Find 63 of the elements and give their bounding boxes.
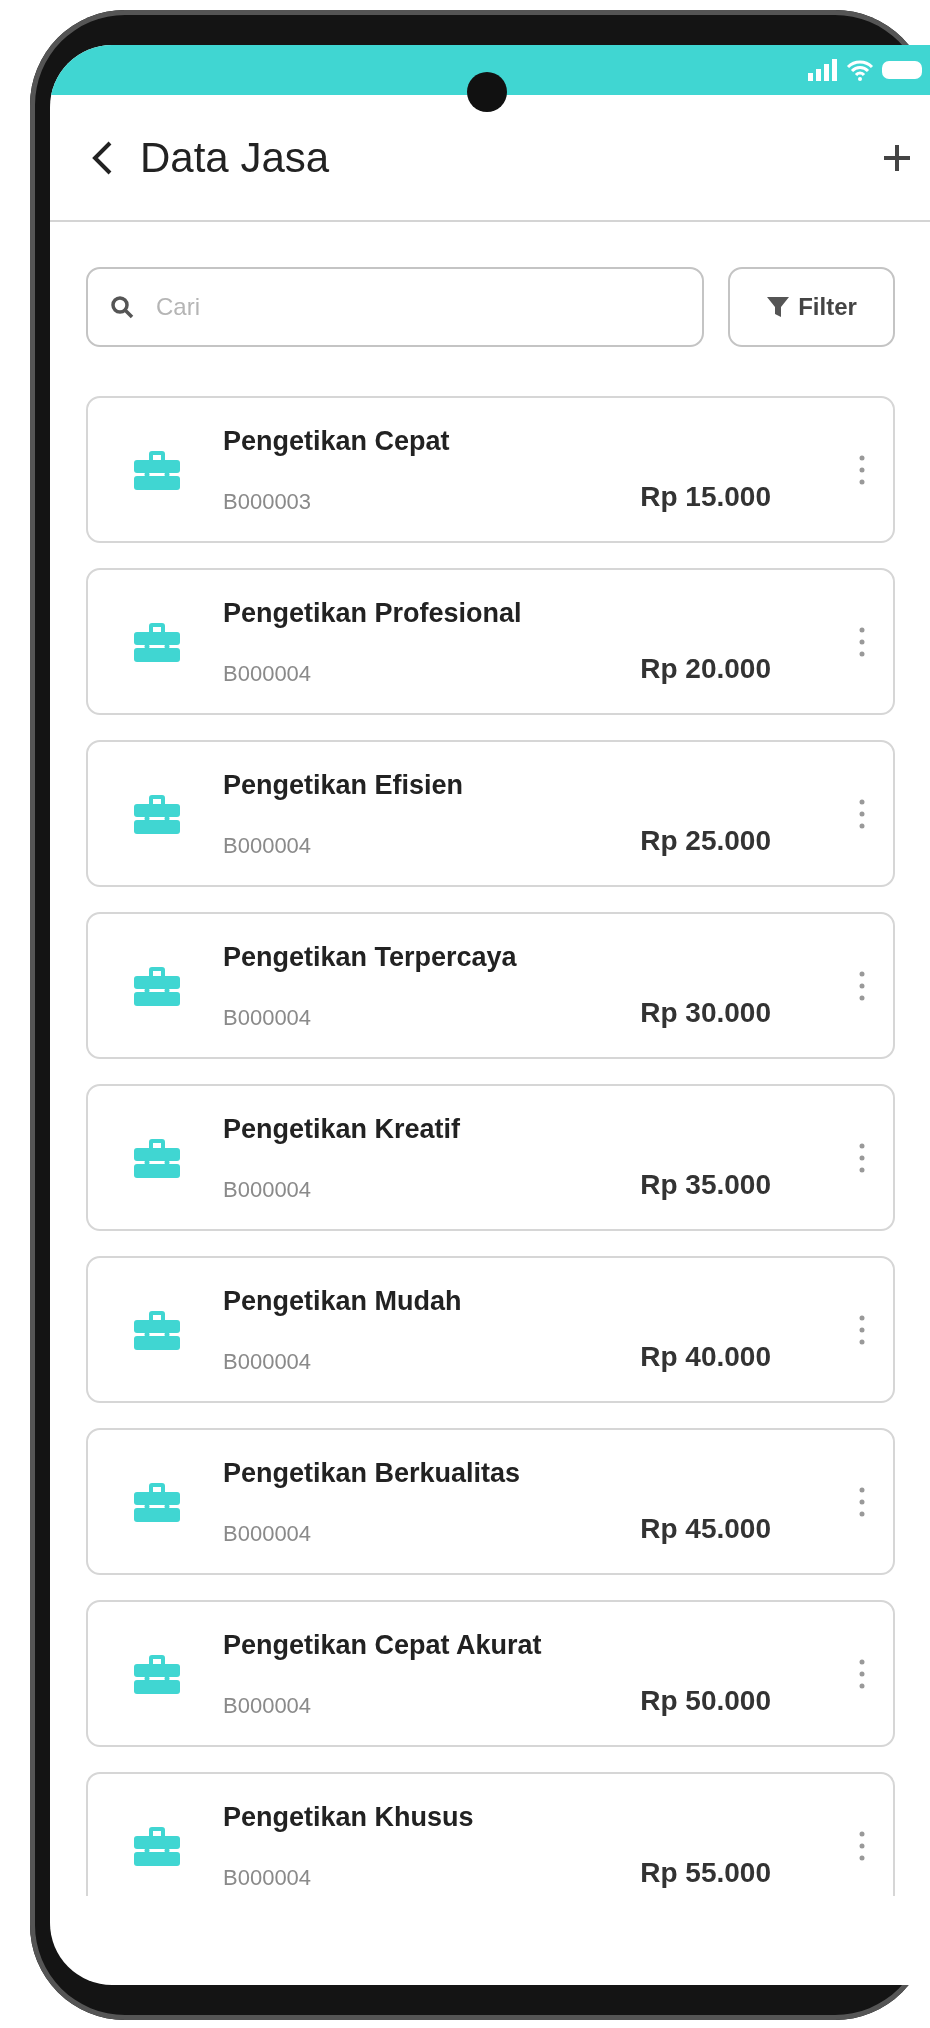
service-card[interactable]: Pengetikan Profesional B000004 Rp 20.000 bbox=[86, 568, 895, 715]
more-icon[interactable] bbox=[859, 626, 865, 657]
more-icon[interactable] bbox=[859, 1314, 865, 1345]
battery-icon bbox=[882, 61, 922, 79]
add-icon[interactable] bbox=[882, 142, 912, 173]
service-code: B000004 bbox=[223, 1519, 312, 1548]
service-code: B000004 bbox=[223, 1347, 312, 1376]
toolbox-icon bbox=[134, 1137, 180, 1178]
wifi-icon bbox=[846, 59, 874, 81]
toolbox-icon bbox=[134, 1653, 180, 1694]
service-name: Pengetikan Cepat Akurat bbox=[223, 1629, 542, 1663]
page-title: Data Jasa bbox=[140, 133, 330, 183]
toolbox-icon bbox=[134, 1309, 180, 1350]
service-code: B000003 bbox=[223, 487, 312, 516]
more-icon[interactable] bbox=[859, 1486, 865, 1517]
filter-button[interactable]: Filter bbox=[728, 267, 895, 347]
service-name: Pengetikan Terpercaya bbox=[223, 941, 517, 975]
toolbox-icon bbox=[134, 965, 180, 1006]
service-card[interactable]: Pengetikan Cepat Akurat B000004 Rp 50.000 bbox=[86, 1600, 895, 1747]
service-code: B000004 bbox=[223, 831, 312, 860]
service-name: Pengetikan Cepat bbox=[223, 425, 450, 459]
service-card[interactable]: Pengetikan Khusus B000004 Rp 55.000 bbox=[86, 1772, 895, 1896]
service-card[interactable]: Pengetikan Efisien B000004 Rp 25.000 bbox=[86, 740, 895, 887]
service-name: Pengetikan Berkualitas bbox=[223, 1457, 521, 1491]
service-code: B000004 bbox=[223, 659, 312, 688]
camera-hole bbox=[467, 72, 507, 112]
service-card[interactable]: Pengetikan Berkualitas B000004 Rp 45.000 bbox=[86, 1428, 895, 1575]
service-price: Rp 25.000 bbox=[640, 823, 771, 858]
more-icon[interactable] bbox=[859, 1830, 865, 1861]
service-price: Rp 55.000 bbox=[640, 1855, 771, 1890]
toolbox-icon bbox=[134, 1825, 180, 1866]
more-icon[interactable] bbox=[859, 970, 865, 1001]
toolbox-icon bbox=[134, 1481, 180, 1522]
more-icon[interactable] bbox=[859, 1658, 865, 1689]
service-card[interactable]: Pengetikan Cepat B000003 Rp 15.000 bbox=[86, 396, 895, 543]
service-name: Pengetikan Efisien bbox=[223, 769, 464, 803]
service-price: Rp 50.000 bbox=[640, 1683, 771, 1718]
more-icon[interactable] bbox=[859, 1142, 865, 1173]
service-code: B000004 bbox=[223, 1691, 312, 1720]
signal-icon bbox=[808, 59, 838, 81]
filter-icon bbox=[766, 295, 791, 319]
service-code: B000004 bbox=[223, 1003, 312, 1032]
more-icon[interactable] bbox=[859, 454, 865, 485]
service-price: Rp 15.000 bbox=[640, 479, 771, 514]
toolbox-icon bbox=[134, 621, 180, 662]
service-name: Pengetikan Profesional bbox=[223, 597, 522, 631]
search-field[interactable]: Cari bbox=[86, 267, 704, 347]
service-price: Rp 45.000 bbox=[640, 1511, 771, 1546]
service-price: Rp 35.000 bbox=[640, 1167, 771, 1202]
more-icon[interactable] bbox=[859, 798, 865, 829]
service-card[interactable]: Pengetikan Terpercaya B000004 Rp 30.000 bbox=[86, 912, 895, 1059]
service-name: Pengetikan Mudah bbox=[223, 1285, 462, 1319]
toolbox-icon bbox=[134, 793, 180, 834]
service-card[interactable]: Pengetikan Mudah B000004 Rp 40.000 bbox=[86, 1256, 895, 1403]
service-name: Pengetikan Khusus bbox=[223, 1801, 474, 1835]
service-code: B000004 bbox=[223, 1863, 312, 1892]
service-price: Rp 40.000 bbox=[640, 1339, 771, 1374]
service-code: B000004 bbox=[223, 1175, 312, 1204]
service-price: Rp 20.000 bbox=[640, 651, 771, 686]
service-name: Pengetikan Kreatif bbox=[223, 1113, 461, 1147]
service-price: Rp 30.000 bbox=[640, 995, 771, 1030]
service-card[interactable]: Pengetikan Kreatif B000004 Rp 35.000 bbox=[86, 1084, 895, 1231]
toolbox-icon bbox=[134, 449, 180, 490]
